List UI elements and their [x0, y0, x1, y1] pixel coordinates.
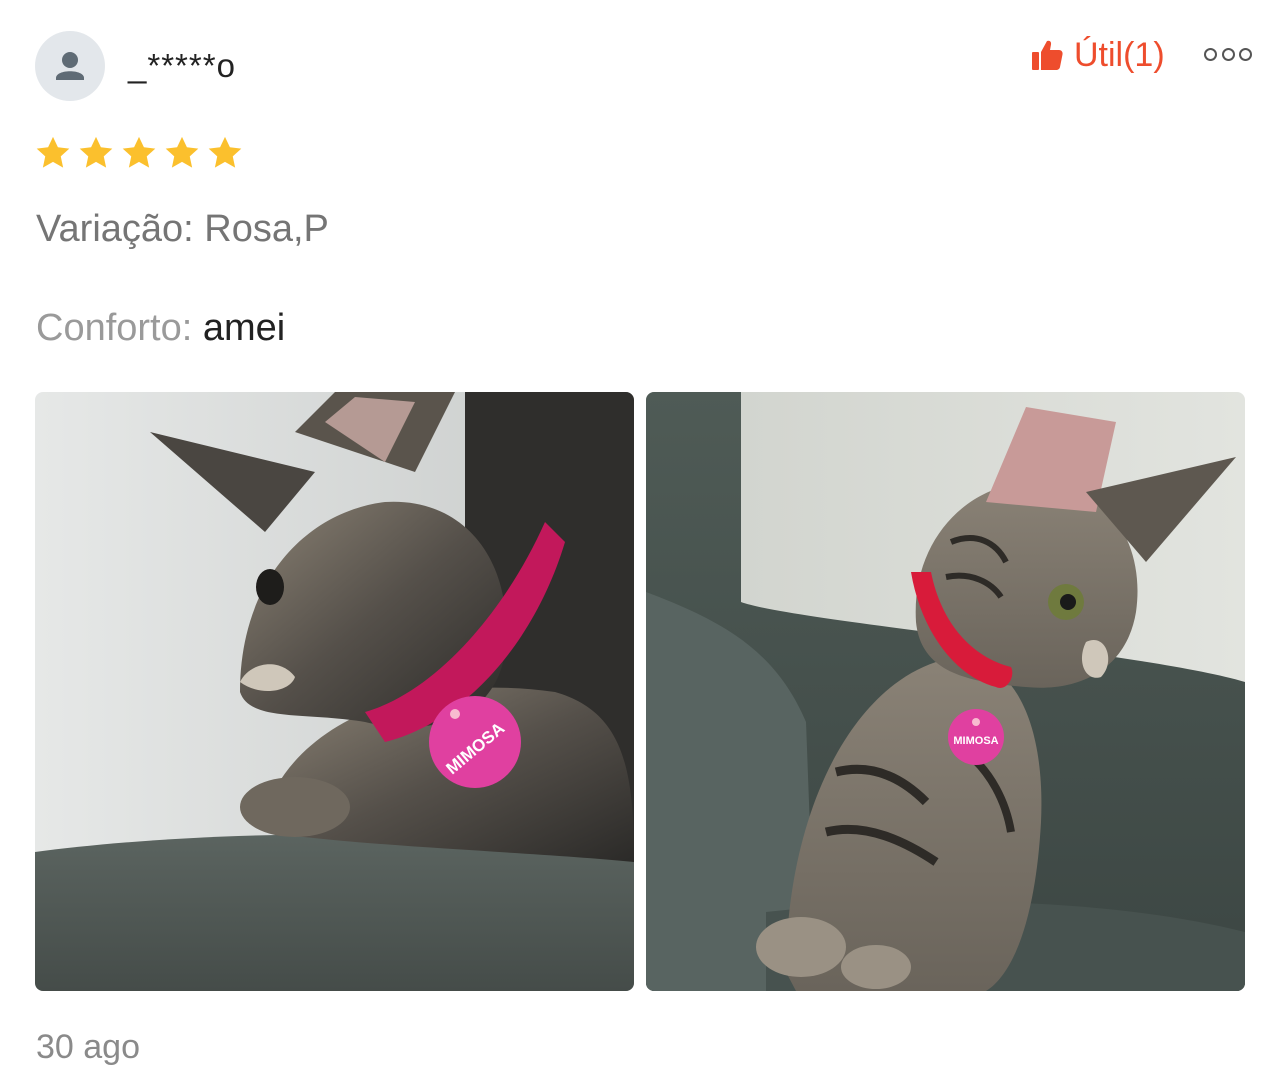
star-icon — [77, 134, 115, 172]
review-photo-2[interactable]: MIMOSA — [646, 392, 1245, 991]
helpful-label: Útil(1) — [1074, 35, 1165, 74]
username: _*****o — [128, 47, 236, 84]
avatar — [35, 31, 105, 101]
star-rating — [34, 134, 249, 172]
comfort-value: amei — [202, 307, 286, 349]
star-icon — [34, 134, 72, 172]
comfort-attribute: Conforto: amei — [36, 303, 285, 353]
star-icon — [120, 134, 158, 172]
more-options-icon[interactable] — [1204, 40, 1252, 68]
more-dot — [1239, 47, 1252, 61]
comfort-label: Conforto: — [36, 307, 203, 349]
variation-text: Variação: Rosa,P — [36, 208, 329, 250]
star-icon — [206, 134, 244, 172]
more-dot — [1221, 47, 1235, 61]
review-date: 30 ago — [36, 1028, 140, 1066]
thumbs-up-icon — [1032, 40, 1063, 70]
star-icon — [163, 134, 201, 172]
review-card: _*****o Útil(1) Variação: Rosa,P Confort… — [0, 0, 1280, 1088]
tag-label: MIMOSA — [953, 735, 998, 747]
review-photo-1[interactable]: MIMOSA — [35, 392, 634, 991]
more-dot — [1204, 47, 1217, 61]
helpful-button[interactable]: Útil(1) — [1030, 30, 1165, 80]
user-icon — [56, 52, 84, 80]
